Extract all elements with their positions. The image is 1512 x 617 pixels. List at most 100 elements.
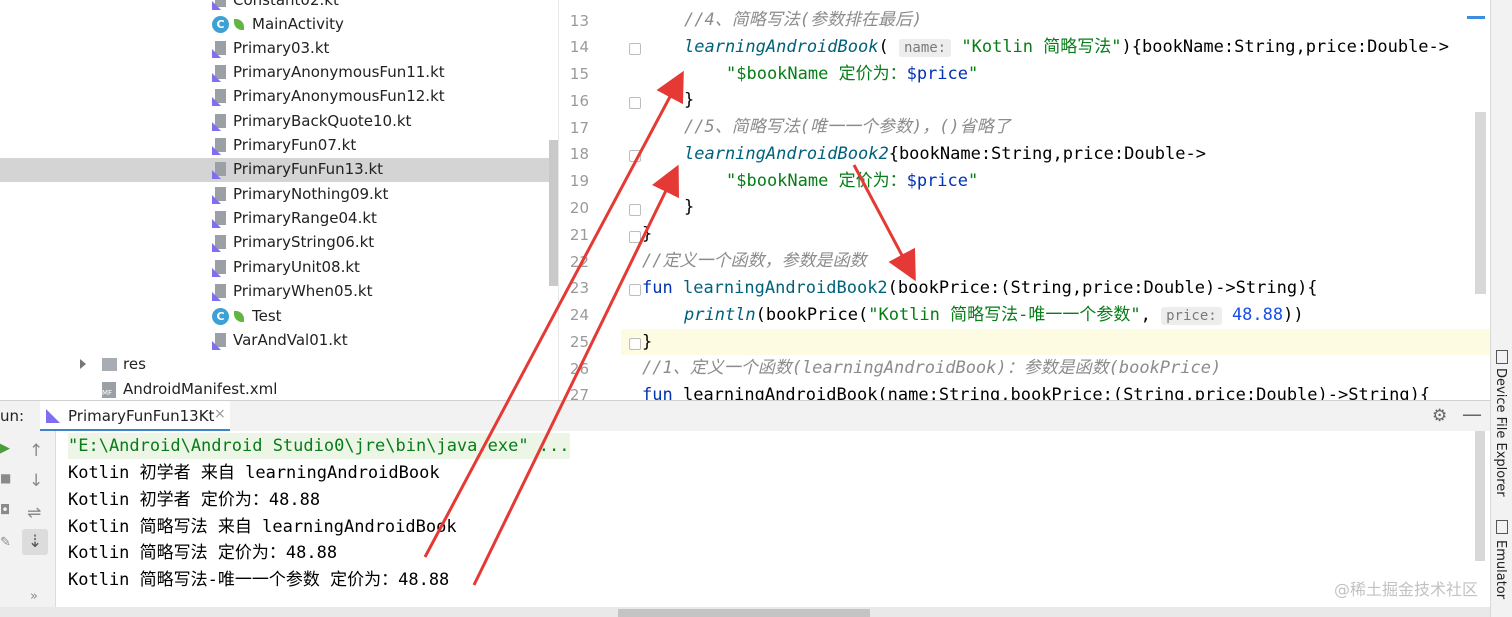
gear-icon[interactable]: ⚙	[1432, 406, 1447, 426]
line-number: 27	[569, 386, 589, 400]
tree-item[interactable]: VarAndVal01.kt	[0, 329, 558, 353]
kotlin-file-icon	[212, 284, 226, 301]
editor-scrollbar[interactable]	[1475, 112, 1486, 294]
tree-item-folder[interactable]: res	[0, 353, 558, 377]
function-call: println	[684, 305, 756, 325]
tree-item-label: PrimaryUnit08.kt	[233, 258, 360, 276]
leaf-icon	[234, 19, 244, 30]
tree-item-label: Constant02.kt	[233, 0, 339, 9]
current-line-highlight	[621, 329, 1491, 355]
device-icon	[1496, 350, 1508, 364]
code-text: ){bookName:String,price:Double->	[1121, 37, 1450, 57]
fold-marker-icon[interactable]	[629, 150, 641, 162]
tree-item-selected[interactable]: PrimaryFunFun13.kt	[0, 158, 558, 182]
code-line: learningAndroidBook( name: "Kotlin 简略写法"…	[684, 34, 1449, 60]
kotlin-file-icon	[212, 114, 226, 131]
kotlin-file-icon	[212, 260, 226, 277]
watermark: @稀土掘金技术社区	[1334, 580, 1479, 599]
code-editor[interactable]: 13 14 15 16 17 18 19 20 21 22 23 24 25 2…	[558, 0, 1512, 400]
fold-marker-icon[interactable]	[629, 338, 641, 350]
tree-item[interactable]: PrimaryAnonymousFun12.kt	[0, 85, 558, 109]
scroll-to-end-icon[interactable]: ⇣	[22, 529, 48, 555]
code-text: (bookPrice(	[755, 305, 869, 325]
kotlin-file-icon	[212, 187, 226, 204]
emulator-tab[interactable]: Emulator	[1493, 540, 1508, 599]
fold-marker-icon[interactable]	[629, 284, 641, 296]
tree-item[interactable]: PrimaryWhen05.kt	[0, 280, 558, 304]
class-icon: C	[212, 308, 229, 325]
stop-icon[interactable]: ■	[0, 471, 11, 485]
close-icon[interactable]: ×	[214, 406, 226, 422]
string-literal: "Kotlin 简略写法-唯一一个参数"	[868, 305, 1141, 325]
tree-item[interactable]: C MainActivity	[0, 13, 558, 37]
tree-item[interactable]: PrimaryBackQuote10.kt	[0, 110, 558, 134]
keyword: fun	[642, 385, 673, 400]
code-line: fun learningAndroidBook(name:String,book…	[642, 382, 1430, 400]
tree-item[interactable]: PrimaryRange04.kt	[0, 207, 558, 231]
tree-item[interactable]: Constant02.kt	[0, 0, 558, 13]
console-line: Kotlin 简略写法-唯一一个参数 定价为：48.88	[68, 570, 450, 590]
expand-arrow-icon[interactable]	[80, 359, 86, 369]
code-text: {bookName:String,price:Double->	[888, 144, 1206, 164]
tree-item[interactable]: PrimaryUnit08.kt	[0, 256, 558, 280]
horizontal-scrollbar[interactable]	[618, 609, 870, 617]
pin-icon[interactable]: ✎	[0, 535, 11, 550]
line-number: 19	[569, 172, 589, 190]
code-line: }	[684, 197, 695, 217]
arrow-up-icon[interactable]: ↑	[29, 441, 43, 461]
fold-marker-icon[interactable]	[629, 97, 641, 109]
code-text: (bookPrice:(String,price:Double)->String…	[887, 278, 1318, 298]
line-number: 14	[569, 38, 589, 56]
fold-marker-icon[interactable]	[629, 204, 641, 216]
kotlin-file-icon	[212, 65, 226, 82]
code-line: }	[642, 332, 653, 352]
emulator-icon	[1496, 520, 1508, 534]
soft-wrap-icon[interactable]: ⇌	[27, 503, 41, 523]
leaf-icon	[234, 311, 244, 322]
run-console[interactable]: "E:\Android\Android Studio0\jre\bin\java…	[56, 431, 1490, 607]
kotlin-file-icon	[212, 0, 226, 10]
fold-marker-icon[interactable]	[629, 231, 641, 243]
play-icon[interactable]: ▶	[0, 441, 10, 456]
project-scrollbar[interactable]	[549, 140, 558, 286]
device-file-explorer-tab[interactable]: Device File Explorer	[1493, 368, 1508, 497]
kotlin-file-icon	[212, 89, 226, 106]
tree-item-label: VarAndVal01.kt	[233, 331, 348, 349]
code-text: ,	[1140, 305, 1151, 325]
tree-item[interactable]: PrimaryAnonymousFun11.kt	[0, 61, 558, 85]
run-tab[interactable]: PrimaryFunFun13Kt ×	[40, 401, 230, 432]
code-line: //定义一个函数，参数是函数	[642, 248, 866, 274]
fold-marker-icon[interactable]	[629, 43, 641, 55]
tree-item[interactable]: Primary03.kt	[0, 37, 558, 61]
code-text: ))	[1283, 305, 1304, 325]
minimize-icon[interactable]: —	[1462, 402, 1482, 426]
tree-item[interactable]: C Test	[0, 305, 558, 329]
code-text: (	[878, 37, 889, 57]
manifest-file-icon: MF	[102, 382, 116, 398]
console-scrollbar[interactable]	[1475, 431, 1485, 561]
code-line: }	[684, 90, 695, 110]
tree-item-label: res	[123, 355, 146, 373]
line-number: 25	[569, 333, 589, 351]
arrow-down-icon[interactable]: ↓	[29, 471, 43, 491]
tree-item[interactable]: PrimaryNothing09.kt	[0, 183, 558, 207]
tree-item[interactable]: PrimaryString06.kt	[0, 231, 558, 255]
more-icon[interactable]: »	[30, 589, 38, 604]
run-panel-header: un: PrimaryFunFun13Kt × ⚙ —	[0, 400, 1490, 433]
template-variable: $price	[906, 171, 969, 191]
tree-item-label: AndroidManifest.xml	[123, 380, 278, 398]
code-line: fun learningAndroidBook2(bookPrice:(Stri…	[642, 275, 1318, 301]
tree-item[interactable]: MF AndroidManifest.xml	[0, 378, 558, 400]
parameter-hint: name:	[898, 39, 952, 57]
code-line: println(bookPrice("Kotlin 简略写法-唯一一个参数", …	[684, 302, 1304, 328]
line-number: 26	[569, 360, 589, 378]
console-line: Kotlin 简略写法 来自 learningAndroidBook	[68, 517, 457, 537]
code-line: //5、简略写法(唯一一个参数)，()省略了	[684, 114, 1011, 140]
tree-item-label: PrimaryAnonymousFun11.kt	[233, 63, 445, 81]
camera-icon[interactable]: ◘	[0, 503, 10, 518]
kotlin-file-icon	[212, 211, 226, 228]
kotlin-file-icon	[212, 235, 226, 252]
tree-item-label: Primary03.kt	[233, 39, 330, 57]
tree-item[interactable]: PrimaryFun07.kt	[0, 134, 558, 158]
code-line: learningAndroidBook2{bookName:String,pri…	[684, 141, 1206, 167]
